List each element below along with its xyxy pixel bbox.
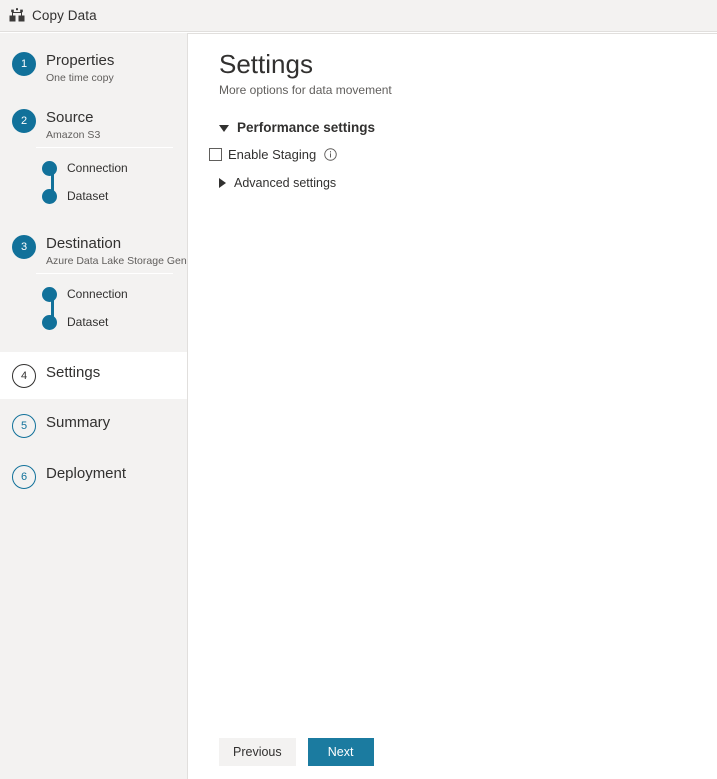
step-number-badge: 2: [12, 109, 36, 133]
app-header: Copy Data: [0, 0, 717, 32]
page-title: Settings: [219, 49, 313, 79]
sidebar-substep-dataset[interactable]: Dataset: [42, 308, 187, 336]
sidebar-substep-connection[interactable]: Connection: [42, 280, 187, 308]
triangle-down-icon: [219, 125, 229, 132]
step-title: Source: [46, 109, 94, 126]
substep-dot-icon: [42, 160, 57, 176]
step-header: 3 Destination Azure Data Lake Storage Ge…: [0, 234, 187, 269]
advanced-settings-label: Advanced settings: [234, 176, 337, 190]
step-subtitle: One time copy: [46, 72, 114, 84]
sidebar-step-deployment[interactable]: 6 Deployment: [0, 458, 187, 495]
sidebar-step-summary[interactable]: 5 Summary: [0, 407, 187, 444]
triangle-right-icon: [219, 178, 226, 188]
step-header: 5 Summary: [0, 413, 187, 438]
step-subtitle: Amazon S3: [46, 129, 101, 141]
sidebar-step-destination[interactable]: 3 Destination Azure Data Lake Storage Ge…: [0, 228, 187, 342]
enable-staging-checkbox[interactable]: [209, 148, 222, 161]
sidebar-substep-dataset[interactable]: Dataset: [42, 182, 187, 210]
step-subtitle: Azure Data Lake Storage Gen1: [46, 255, 187, 267]
substep-dot-icon: [42, 314, 57, 330]
step-text: Settings: [46, 363, 100, 382]
sidebar-substep-connection[interactable]: Connection: [42, 154, 187, 182]
info-circle-icon[interactable]: [324, 148, 337, 161]
substep-list: Connection Dataset: [0, 154, 187, 210]
step-header: 1 Properties One time copy: [0, 51, 187, 86]
substep-label: Connection: [67, 161, 128, 175]
wizard-sidebar: 1 Properties One time copy 2 Source Amaz…: [0, 33, 187, 779]
step-header: 6 Deployment: [0, 464, 187, 489]
step-number-badge: 3: [12, 235, 36, 259]
substep-label: Dataset: [67, 189, 109, 203]
divider: [36, 273, 173, 274]
step-number-badge: 1: [12, 52, 36, 76]
copy-data-icon: [9, 7, 25, 21]
step-header: 2 Source Amazon S3: [0, 108, 187, 143]
step-title: Settings: [46, 364, 101, 381]
substep-list: Connection Dataset: [0, 280, 187, 336]
step-text: Deployment: [46, 464, 126, 483]
step-title: Summary: [46, 414, 111, 431]
step-text: Summary: [46, 413, 110, 432]
enable-staging-label: Enable Staging: [228, 147, 317, 162]
step-text: Destination Azure Data Lake Storage Gen1: [46, 234, 187, 269]
previous-button[interactable]: Previous: [219, 738, 296, 766]
step-header: 4 Settings: [0, 363, 187, 388]
sidebar-step-properties[interactable]: 1 Properties One time copy: [0, 45, 187, 92]
performance-settings-section: Performance settings Enable Staging: [209, 120, 375, 162]
next-button[interactable]: Next: [307, 738, 374, 766]
performance-settings-toggle[interactable]: Performance settings: [219, 120, 375, 135]
performance-settings-label: Performance settings: [237, 120, 376, 135]
app-title: Copy Data: [32, 8, 97, 23]
step-number-badge: 4: [12, 364, 36, 388]
substep-dot-icon: [42, 286, 57, 302]
sidebar-step-settings[interactable]: 4 Settings: [0, 352, 187, 399]
step-title: Deployment: [46, 465, 127, 482]
divider: [36, 147, 173, 148]
step-title: Properties: [46, 52, 115, 69]
advanced-settings-toggle[interactable]: Advanced settings: [219, 176, 336, 190]
substep-label: Dataset: [67, 315, 109, 329]
step-number-badge: 6: [12, 465, 36, 489]
settings-panel: Settings More options for data movement …: [187, 33, 717, 779]
advanced-settings-section: Advanced settings: [219, 176, 336, 190]
step-text: Properties One time copy: [46, 51, 114, 86]
page-subtitle: More options for data movement: [219, 83, 392, 97]
substep-label: Connection: [67, 287, 128, 301]
step-text: Source Amazon S3: [46, 108, 100, 143]
wizard-footer-actions: Previous Next: [219, 738, 374, 766]
step-title: Destination: [46, 235, 122, 252]
substep-dot-icon: [42, 188, 57, 204]
sidebar-step-source[interactable]: 2 Source Amazon S3 Connection Dataset: [0, 102, 187, 216]
enable-staging-row[interactable]: Enable Staging: [209, 147, 375, 162]
step-number-badge: 5: [12, 414, 36, 438]
